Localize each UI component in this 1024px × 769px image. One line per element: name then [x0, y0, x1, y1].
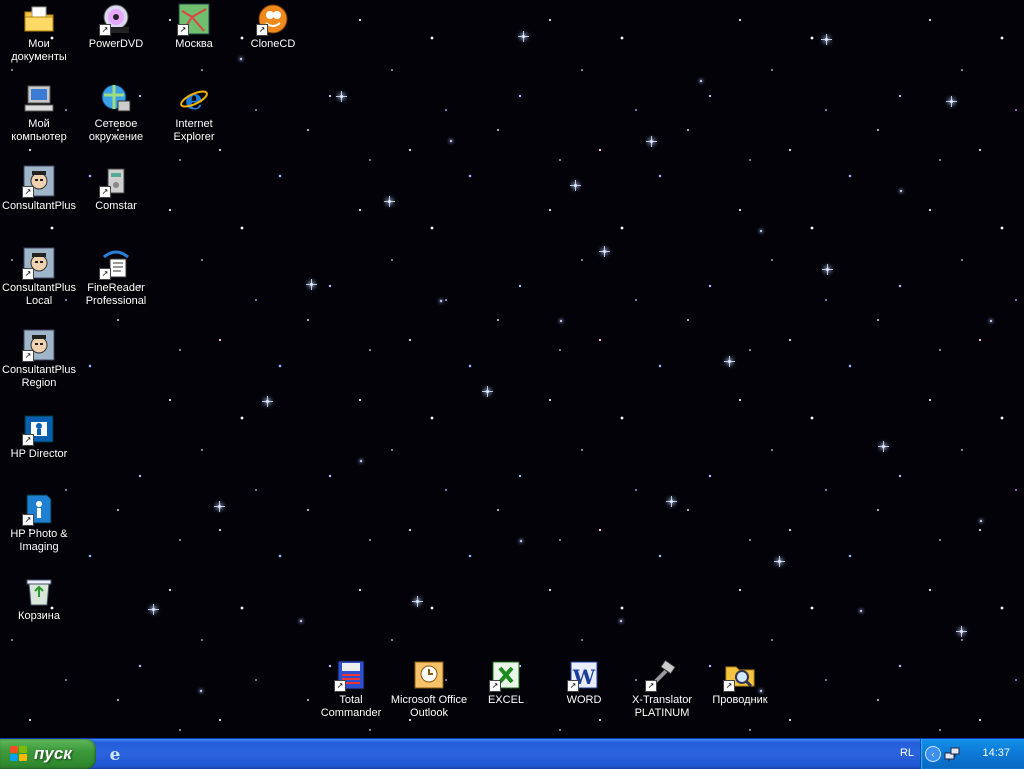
icon-label: Microsoft Office Outlook	[390, 694, 468, 719]
svg-text:e: e	[185, 83, 203, 115]
comstar-icon: ↗	[99, 164, 133, 198]
hp-photo-icon: ↗	[22, 492, 56, 526]
icon-label: ConsultantPlus Local	[2, 282, 76, 307]
powerdvd-icon: ↗	[99, 2, 133, 36]
icon-label: EXCEL	[487, 694, 525, 706]
desktop-icon-total-commander[interactable]: ↗ Total Commander	[312, 658, 390, 720]
desktop-icon-consultantplus-local[interactable]: ↗ ConsultantPlus Local	[0, 246, 78, 308]
desktop-icon-network-places[interactable]: Сетевое окружение	[77, 82, 155, 144]
folder-documents-icon	[22, 2, 56, 36]
internet-explorer-icon: e	[110, 745, 121, 763]
consultantplus-icon: ↗	[22, 164, 56, 198]
icon-label: WORD	[566, 694, 602, 706]
desktop-icon-explorer[interactable]: ↗ Проводник	[701, 658, 779, 707]
icon-label: Total Commander	[320, 694, 382, 719]
icon-label: Корзина	[18, 610, 60, 622]
windows-logo-icon	[10, 746, 28, 762]
desktop-icon-powerdvd[interactable]: ↗ PowerDVD	[77, 2, 155, 51]
outlook-icon	[412, 658, 446, 692]
start-button[interactable]: пуск	[0, 739, 96, 769]
my-computer-icon	[22, 82, 56, 116]
icon-label: Сетевое окружение	[88, 118, 144, 143]
finereader-icon: ↗	[99, 246, 133, 280]
x-translator-icon: ↗	[645, 658, 679, 692]
show-hidden-icons-chevron-icon[interactable]: ‹	[925, 746, 941, 762]
language-indicator[interactable]: RL	[900, 747, 914, 759]
desktop-icon-moscow[interactable]: ↗ Москва	[155, 2, 233, 51]
system-tray: ‹ 14:37	[920, 739, 1024, 769]
internet-explorer-icon: e	[177, 82, 211, 116]
consultantplus-icon: ↗	[22, 246, 56, 280]
start-label: пуск	[34, 744, 72, 763]
desktop-icon-word[interactable]: W ↗ WORD	[545, 658, 623, 707]
desktop-icon-excel[interactable]: ↗ EXCEL	[467, 658, 545, 707]
excel-icon: ↗	[489, 658, 523, 692]
desktop-icon-comstar[interactable]: ↗ Comstar	[77, 164, 155, 213]
taskbar: пуск e RL ‹ 14:37	[0, 738, 1024, 769]
icon-label: Проводник	[712, 694, 768, 706]
icon-label: Москва	[175, 38, 213, 50]
desktop-icon-finereader[interactable]: ↗ FineReader Professional	[77, 246, 155, 308]
icon-label: Мои документы	[11, 38, 67, 63]
consultantplus-icon: ↗	[22, 328, 56, 362]
icon-label: Internet Explorer	[173, 118, 215, 143]
icon-label: FineReader Professional	[85, 282, 147, 307]
desktop-icon-outlook[interactable]: Microsoft Office Outlook	[390, 658, 468, 720]
desktop-icon-my-computer[interactable]: Мой компьютер	[0, 82, 78, 144]
icon-label: Мой компьютер	[11, 118, 67, 143]
icon-label: Comstar	[95, 200, 137, 212]
desktop-icon-my-documents[interactable]: Мои документы	[0, 2, 78, 64]
desktop-icon-recycle-bin[interactable]: Корзина	[0, 574, 78, 623]
word-icon: W ↗	[567, 658, 601, 692]
network-connection-icon[interactable]	[943, 745, 961, 763]
desktop-icon-consultantplus-region[interactable]: ↗ ConsultantPlus Region	[0, 328, 78, 390]
quick-launch-ie[interactable]: e	[105, 744, 125, 764]
icon-label: X-Translator PLATINUM	[631, 694, 693, 719]
svg-text:e: e	[110, 745, 121, 763]
icon-label: HP Photo & Imaging	[10, 528, 68, 553]
clock[interactable]: 14:37	[982, 747, 1010, 759]
desktop-icon-x-translator[interactable]: ↗ X-Translator PLATINUM	[623, 658, 701, 720]
desktop-icon-internet-explorer[interactable]: e Internet Explorer	[155, 82, 233, 144]
icon-label: ConsultantPlus Region	[2, 364, 76, 389]
total-commander-icon: ↗	[334, 658, 368, 692]
icon-label: ConsultantPlus	[2, 200, 76, 212]
desktop-icon-hp-director[interactable]: ↗ HP Director	[0, 412, 78, 461]
desktop-icon-consultantplus[interactable]: ↗ ConsultantPlus	[0, 164, 78, 213]
moscow-map-icon: ↗	[177, 2, 211, 36]
clonecd-icon: ↗	[256, 2, 290, 36]
icon-label: CloneCD	[250, 38, 296, 50]
explorer-icon: ↗	[723, 658, 757, 692]
icon-label: PowerDVD	[88, 38, 144, 50]
desktop-icon-hp-photo-imaging[interactable]: ↗ HP Photo & Imaging	[0, 492, 78, 554]
network-places-icon	[99, 82, 133, 116]
hp-director-icon: ↗	[22, 412, 56, 446]
desktop-icon-clonecd[interactable]: ↗ CloneCD	[234, 2, 312, 51]
icon-label: HP Director	[10, 448, 68, 460]
recycle-bin-icon	[22, 574, 56, 608]
